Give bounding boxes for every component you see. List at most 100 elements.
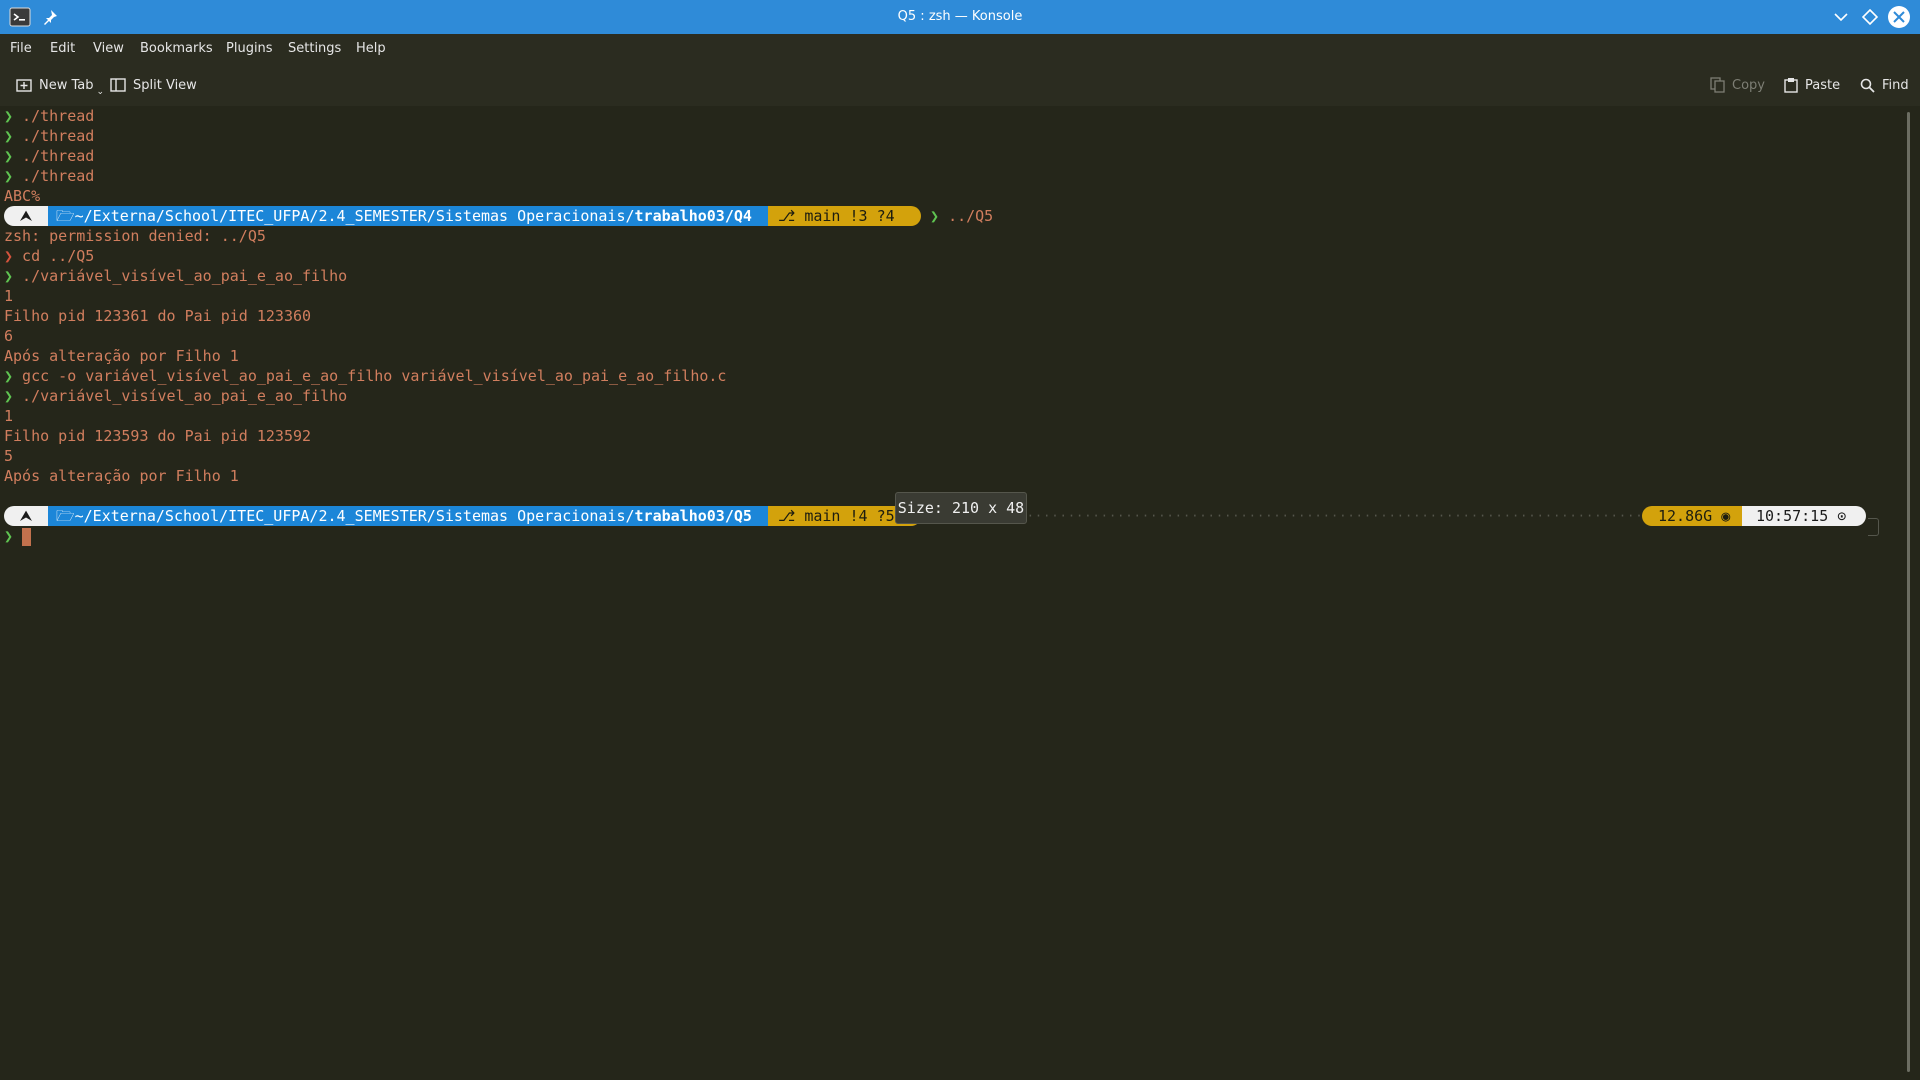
terminal-line: ❯ ../Q5 (930, 206, 993, 226)
terminal-line: ❯ gcc -o variável_visível_ao_pai_e_ao_fi… (4, 366, 726, 386)
clock-icon: ⊙ (1828, 507, 1847, 525)
terminal-line: ❯ ./variável_visível_ao_pai_e_ao_filho (4, 266, 347, 286)
paste-button[interactable]: Paste (1784, 70, 1840, 100)
find-button[interactable]: Find (1860, 70, 1909, 100)
terminal-line: 1 (4, 406, 13, 426)
prompt-arrow: ❯ (4, 127, 14, 145)
right-prompt-end-marker (1868, 518, 1879, 536)
terminal-line: ❯ ./variável_visível_ao_pai_e_ao_filho (4, 386, 347, 406)
git-icon: ⎇ (778, 507, 805, 525)
terminal-line: ABC% (4, 186, 40, 206)
prompt-time-segment: 10:57:15 ⊙ (1742, 506, 1866, 526)
menu-file[interactable]: File (10, 34, 32, 64)
output-text: 1 (4, 287, 14, 305)
output-text: Filho pid 123593 do Pai pid 123592 (4, 427, 312, 445)
menu-plugins[interactable]: Plugins (226, 34, 273, 64)
output-text: Após alteração por Filho 1 (4, 467, 239, 485)
copy-icon (1710, 77, 1725, 93)
find-label: Find (1882, 77, 1909, 93)
git-icon: ⎇ (778, 207, 805, 225)
menu-help[interactable]: Help (356, 34, 386, 64)
window-title: Q5 : zsh — Konsole (897, 9, 1023, 24)
command-text: ./variável_visível_ao_pai_e_ao_filho (13, 387, 348, 405)
terminal-line: Após alteração por Filho 1 (4, 466, 239, 486)
menu-bookmarks[interactable]: Bookmarks (140, 34, 213, 64)
maximize-icon[interactable] (1858, 5, 1882, 29)
terminal-line: ❯ ./thread (4, 146, 94, 166)
window-titlebar[interactable]: Q5 : zsh — Konsole (0, 0, 1920, 34)
terminal-line: ❯ ./thread (4, 126, 94, 146)
command-text: ./thread (13, 107, 95, 125)
terminal-line: Filho pid 123593 do Pai pid 123592 (4, 426, 311, 446)
prompt-dir-prefix: ~/Externa/School/ITEC_UFPA/2.4_SEMESTER/… (74, 207, 635, 225)
prompt-arrow: ❯ (4, 107, 14, 125)
terminal-line: ❯ ./thread (4, 106, 94, 126)
copy-button[interactable]: Copy (1710, 70, 1765, 100)
terminal-input-line[interactable]: ❯ (4, 526, 32, 546)
prompt-dir-segment: 🗁~/Externa/School/ITEC_UFPA/2.4_SEMESTER… (48, 206, 768, 226)
split-view-icon (110, 78, 126, 92)
close-icon[interactable] (1887, 5, 1911, 29)
prompt-arrow: ❯ (4, 527, 14, 545)
split-view-label: Split View (133, 77, 197, 93)
prompt-arrow: ❯ (4, 387, 14, 405)
command-text: cd ../Q5 (13, 247, 95, 265)
terminal-scrollbar[interactable] (1907, 112, 1910, 1072)
output-text: Após alteração por Filho 1 (4, 347, 239, 365)
terminal-line: zsh: permission denied: ../Q5 (4, 226, 266, 246)
prompt-dir-current: trabalho03/Q4 (634, 207, 752, 225)
terminal-line: ❯ cd ../Q5 (4, 246, 94, 266)
output-text: zsh: permission denied: ../Q5 (4, 227, 266, 245)
clock-time: 10:57:15 (1756, 507, 1829, 525)
command-text: ./thread (13, 167, 95, 185)
terminal-line: 5 (4, 446, 13, 466)
memory-icon: ◉ (1712, 507, 1731, 525)
prompt-git-segment: ⎇ main !3 ?4 (768, 206, 921, 226)
menubar: File Edit View Bookmarks Plugins Setting… (0, 34, 1920, 64)
terminal-line: ❯ ./thread (4, 166, 94, 186)
new-tab-dropdown-icon[interactable]: ⌄ (97, 87, 105, 97)
copy-label: Copy (1732, 77, 1765, 93)
folder-icon: 🗁 (56, 207, 75, 225)
output-text: ABC% (4, 187, 41, 205)
prompt-dir-prefix: ~/Externa/School/ITEC_UFPA/2.4_SEMESTER/… (74, 507, 635, 525)
terminal-line: Após alteração por Filho 1 (4, 346, 239, 366)
new-tab-icon (16, 79, 32, 92)
text-cursor (22, 527, 32, 546)
git-status: main !4 ?5 (804, 507, 895, 525)
size-tooltip: Size: 210 x 48 (895, 492, 1027, 524)
prompt-os-segment: ⮝ (4, 506, 48, 526)
output-text: 5 (4, 447, 14, 465)
toolbar: New Tab ⌄ Split View Copy Paste Find (0, 64, 1920, 106)
memory-usage: 12.86G (1658, 507, 1713, 525)
new-tab-button[interactable]: New Tab ⌄ (16, 70, 104, 100)
prompt-arrow: ❯ (4, 367, 14, 385)
prompt-arrow: ❯ (4, 167, 14, 185)
terminal-view[interactable]: ❯ ./thread ❯ ./thread ❯ ./thread ❯ ./thr… (0, 106, 1920, 1080)
prompt-dir-segment: 🗁~/Externa/School/ITEC_UFPA/2.4_SEMESTER… (48, 506, 768, 526)
prompt-dir-current: trabalho03/Q5 (634, 507, 752, 525)
terminal-line: 6 (4, 326, 13, 346)
prompt-os-segment: ⮝ (4, 206, 48, 226)
output-text: 6 (4, 327, 14, 345)
command-text: ./thread (13, 147, 95, 165)
menu-edit[interactable]: Edit (50, 34, 75, 64)
paste-label: Paste (1805, 77, 1841, 93)
new-tab-label: New Tab (39, 77, 94, 93)
os-logo-icon: ⮝ (19, 507, 33, 525)
command-text: ./variável_visível_ao_pai_e_ao_filho (13, 267, 348, 285)
minimize-icon[interactable] (1829, 5, 1853, 29)
menu-settings[interactable]: Settings (288, 34, 341, 64)
prompt-filler-dots: ········································… (928, 509, 1640, 523)
folder-icon: 🗁 (56, 507, 75, 525)
paste-icon (1784, 78, 1798, 93)
git-status: main !3 ?4 (804, 207, 895, 225)
prompt-memory-segment: 12.86G ◉ (1642, 506, 1742, 526)
command-text: ../Q5 (948, 207, 994, 225)
terminal-line: Filho pid 123361 do Pai pid 123360 (4, 306, 311, 326)
prompt-arrow: ❯ (930, 207, 949, 225)
output-text: Filho pid 123361 do Pai pid 123360 (4, 307, 312, 325)
command-text: ./thread (13, 127, 95, 145)
menu-view[interactable]: View (93, 34, 124, 64)
split-view-button[interactable]: Split View (110, 70, 197, 100)
